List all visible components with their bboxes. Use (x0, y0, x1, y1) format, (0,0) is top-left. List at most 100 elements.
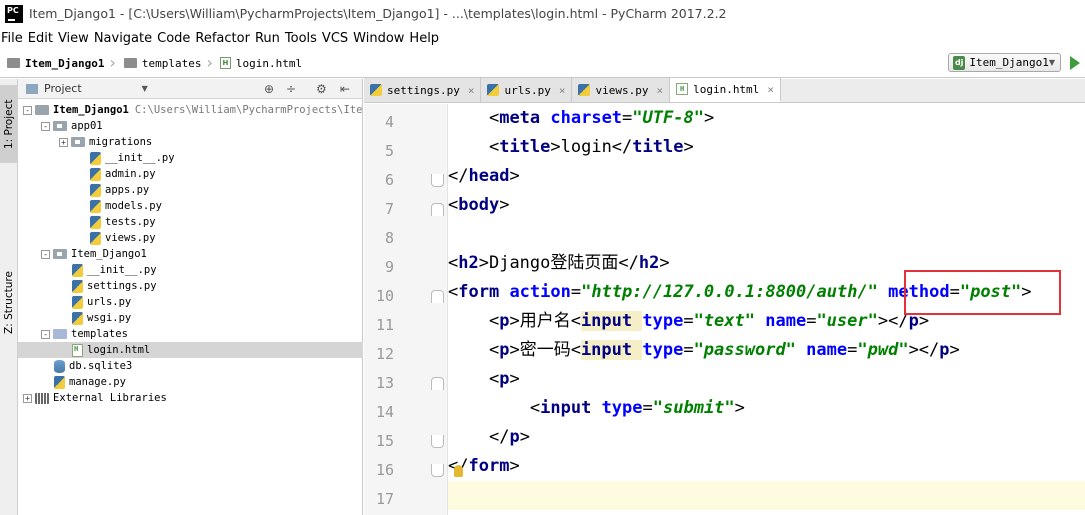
code-token: "user" (816, 311, 878, 331)
collapse-icon[interactable]: - (41, 329, 50, 339)
project-view-selector[interactable]: Project (44, 82, 82, 95)
code-token: < (448, 282, 459, 302)
django-icon: dj (953, 55, 966, 70)
tree-item-label: templates (71, 328, 128, 340)
tree-item[interactable]: - Item_Django1 C:\Users\William\PycharmPro… (18, 102, 363, 118)
code-token: h2 (638, 253, 660, 273)
code-token: type (642, 311, 684, 331)
close-icon[interactable]: × (468, 84, 475, 97)
tree-item[interactable]: wsgi.py (18, 310, 363, 326)
tree-item[interactable]: login.html (18, 342, 363, 358)
code-line: <p>用户名<input type="text" name="user"></p… (448, 307, 929, 336)
collapse-icon[interactable]: - (41, 121, 50, 131)
menu-item-vcs[interactable]: VCS (322, 31, 352, 46)
line-number: 4 (384, 113, 394, 131)
breadcrumb-separator-icon: › (109, 53, 116, 72)
run-icon[interactable] (1070, 56, 1080, 70)
python-file-icon (90, 231, 101, 245)
menu-item-window[interactable]: Window (353, 31, 408, 46)
project-panel-header[interactable]: Project ▼ ⊕ ÷ ⚙ ⇤ (18, 79, 362, 99)
code-token: >用户名< (509, 311, 581, 331)
left-tool-strip: 1: Project Z: Structure (0, 79, 18, 515)
tree-item[interactable]: - Item_Django1 (18, 246, 363, 262)
tree-item-label: admin.py (105, 168, 156, 180)
run-configuration-dropdown[interactable]: dj Item_Django1 ▼ (948, 53, 1061, 72)
tree-item[interactable]: db.sqlite3 (18, 358, 363, 374)
expand-icon[interactable]: + (59, 137, 68, 147)
expand-icon[interactable]: + (23, 393, 32, 403)
menu-item-help[interactable]: Help (409, 31, 443, 46)
menu-item-tools[interactable]: Tools (285, 31, 321, 46)
hide-panel-icon[interactable]: ⇤ (340, 82, 350, 96)
code-token: meta (499, 108, 551, 128)
menu-item-code[interactable]: Code (157, 31, 194, 46)
menu-item-view[interactable]: View (58, 31, 93, 46)
code-token: > (519, 427, 530, 447)
breadcrumb-project[interactable]: Item_Django1 (0, 57, 104, 70)
fold-start-icon[interactable] (431, 290, 444, 303)
editor-tab-urls-py[interactable]: urls.py × (481, 78, 573, 102)
fold-end-icon[interactable] (431, 174, 444, 187)
menu-item-run[interactable]: Run (255, 31, 284, 46)
code-token: >Django登陆页面</ (478, 253, 639, 273)
editor-tab-settings-py[interactable]: settings.py × (364, 78, 482, 102)
tool-tab-project[interactable]: 1: Project (0, 85, 18, 163)
tree-item[interactable]: __init__.py (18, 150, 363, 166)
close-icon[interactable]: × (656, 84, 663, 97)
chevron-down-icon[interactable]: ▼ (142, 84, 148, 93)
gear-icon[interactable]: ⚙ (316, 82, 327, 96)
fold-end-icon[interactable] (431, 464, 444, 477)
tree-item[interactable]: apps.py (18, 182, 363, 198)
tree-item[interactable]: admin.py (18, 166, 363, 182)
tree-item-label: __init__.py (87, 264, 157, 276)
python-file-icon (90, 215, 101, 229)
tree-item[interactable]: + migrations (18, 134, 363, 150)
code-token: > (509, 166, 520, 186)
tree-item[interactable]: manage.py (18, 374, 363, 390)
collapse-icon[interactable]: - (41, 249, 50, 259)
menu-item-navigate[interactable]: Navigate (94, 31, 156, 46)
tree-item-label: urls.py (87, 296, 132, 308)
tool-tab-structure[interactable]: Z: Structure (0, 263, 18, 343)
menu-item-refactor[interactable]: Refactor (195, 31, 254, 46)
line-number: 7 (384, 200, 394, 218)
breadcrumb-separator-icon: › (206, 53, 213, 72)
fold-start-icon[interactable] (431, 377, 444, 390)
code-token: = (683, 340, 694, 360)
tree-item[interactable]: urls.py (18, 294, 363, 310)
breadcrumb-templates[interactable]: templates (117, 57, 202, 70)
tree-item[interactable]: tests.py (18, 214, 363, 230)
tree-item[interactable]: __init__.py (18, 262, 363, 278)
breadcrumb-label: login.html (235, 56, 303, 70)
tree-item[interactable]: views.py (18, 230, 363, 246)
lightbulb-icon[interactable] (454, 465, 463, 477)
close-icon[interactable]: × (767, 83, 774, 96)
fold-start-icon[interactable] (431, 203, 444, 216)
line-number: 15 (375, 432, 394, 450)
tree-item[interactable]: settings.py (18, 278, 363, 294)
tree-item[interactable]: - templates (18, 326, 363, 342)
code-line: <p> (448, 365, 520, 394)
close-icon[interactable]: × (559, 84, 566, 97)
fold-end-icon[interactable] (431, 435, 444, 448)
tree-item[interactable]: - app01 (18, 118, 363, 134)
tree-item-path: C:\Users\William\PycharmProjects\Ite (134, 104, 363, 116)
code-token: action (509, 282, 571, 302)
menu-item-file[interactable]: File (0, 31, 27, 46)
html-file-icon: H (219, 57, 231, 69)
tree-item[interactable]: + External Libraries (18, 390, 363, 406)
code-token: >login</ (550, 137, 633, 157)
tree-item[interactable]: models.py (18, 198, 363, 214)
editor-tab-views-py[interactable]: views.py × (572, 78, 671, 102)
tab-label: login.html (693, 82, 760, 96)
collapse-icon[interactable]: - (23, 105, 32, 115)
sync-icon[interactable]: ⊕ (264, 82, 274, 96)
breadcrumb-file[interactable]: H login.html (214, 57, 302, 70)
collapse-all-icon[interactable]: ÷ (286, 82, 296, 96)
folder-icon (35, 105, 49, 115)
editor-tab-login-html[interactable]: Hlogin.html × (670, 78, 781, 102)
python-file-icon (54, 375, 65, 389)
menu-item-edit[interactable]: Edit (28, 31, 57, 46)
